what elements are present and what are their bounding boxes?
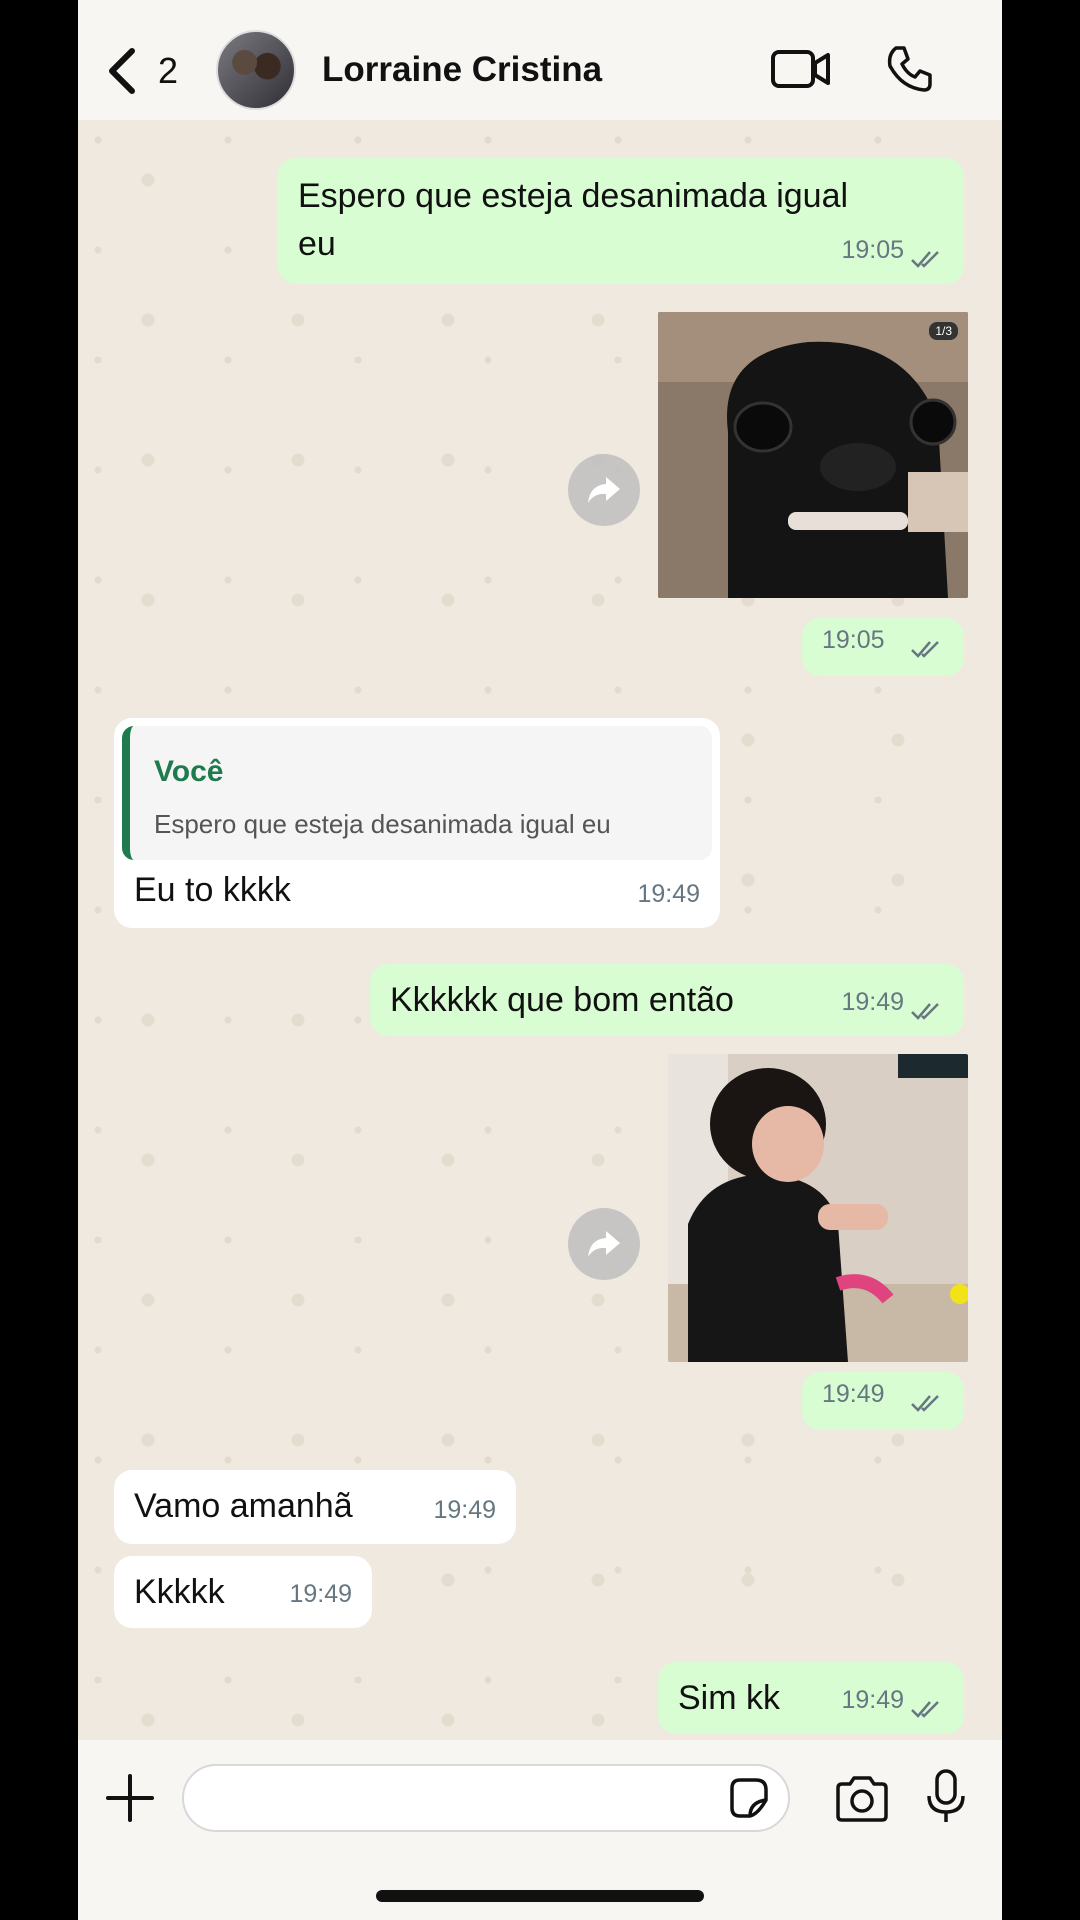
message-text: Sim kk [678, 1679, 780, 1717]
message-time: 19:49 [637, 880, 700, 908]
dog-image [658, 312, 968, 598]
message-text: Espero que esteja desanimada igual eu [298, 177, 849, 263]
message-time: 19:05 [822, 626, 885, 654]
message-time: 19:49 [433, 1496, 496, 1524]
message-text: Kkkkkk que bom então [390, 981, 734, 1019]
message-time: 19:49 [289, 1580, 352, 1608]
chevron-left-icon[interactable] [102, 46, 142, 96]
forward-button[interactable] [568, 1208, 640, 1280]
double-check-icon [911, 251, 939, 268]
sticker-child[interactable] [668, 1054, 968, 1362]
quote-text: Espero que esteja desanimada igual eu [154, 809, 611, 839]
media-time-bubble: 19:49 [802, 1372, 964, 1430]
forward-button[interactable] [568, 454, 640, 526]
home-indicator[interactable] [376, 1890, 704, 1902]
chat-header: 2 Lorraine Cristina [78, 0, 1002, 120]
contact-avatar[interactable] [216, 30, 296, 110]
sticker-icon[interactable] [726, 1776, 770, 1820]
message-text: Kkkkk [134, 1573, 225, 1611]
double-check-icon [911, 1701, 939, 1718]
video-call-icon[interactable] [770, 48, 832, 90]
sticker-badge: 1/3 [929, 322, 958, 340]
camera-icon[interactable] [834, 1774, 890, 1822]
forward-icon [588, 477, 620, 503]
sticker-dog[interactable]: 1/3 [658, 312, 968, 598]
quote-author: Você [154, 755, 224, 788]
microphone-icon[interactable] [926, 1768, 966, 1826]
message-incoming[interactable]: Vamo amanhã 19:49 [114, 1470, 516, 1544]
composer-bar [78, 1740, 1002, 1920]
media-time-bubble: 19:05 [802, 618, 964, 676]
message-outgoing[interactable]: Kkkkkk que bom então 19:49 [370, 964, 964, 1036]
contact-name[interactable]: Lorraine Cristina [322, 50, 602, 90]
phone-icon[interactable] [884, 44, 934, 94]
message-time: 19:49 [822, 1380, 885, 1408]
message-text: Vamo amanhã [134, 1487, 353, 1525]
forward-icon [588, 1231, 620, 1257]
quoted-message[interactable]: Você Espero que esteja desanimada igual … [122, 726, 712, 860]
message-text: Eu to kkkk [134, 871, 291, 909]
message-time: 19:49 [841, 988, 904, 1016]
double-check-icon [911, 1395, 939, 1412]
double-check-icon [911, 641, 939, 658]
unread-count[interactable]: 2 [158, 50, 178, 92]
chat-screen: 2 Lorraine Cristina Espero que esteja de… [78, 0, 1002, 1920]
message-time: 19:49 [841, 1686, 904, 1714]
double-check-icon [911, 1003, 939, 1020]
plus-icon[interactable] [104, 1772, 156, 1824]
message-incoming[interactable]: Kkkkk 19:49 [114, 1556, 372, 1628]
message-input[interactable] [182, 1764, 790, 1832]
message-outgoing[interactable]: Espero que esteja desanimada igual eu 19… [278, 158, 964, 284]
message-incoming-reply[interactable]: Você Espero que esteja desanimada igual … [114, 718, 720, 928]
message-outgoing[interactable]: Sim kk 19:49 [658, 1662, 964, 1734]
child-image [668, 1054, 968, 1362]
message-time: 19:05 [841, 236, 904, 264]
